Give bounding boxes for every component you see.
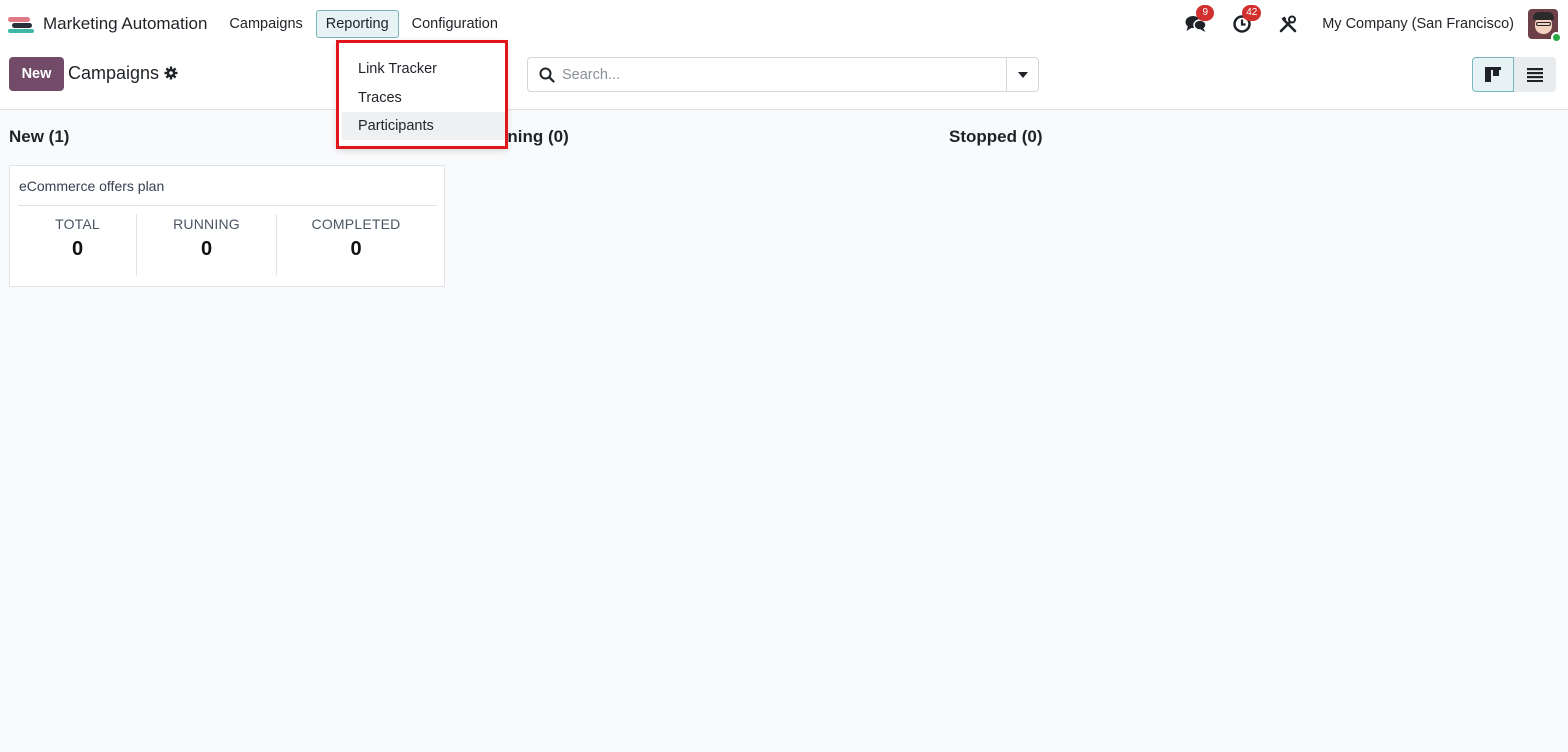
- user-menu[interactable]: [1528, 9, 1562, 43]
- stat-total[interactable]: TOTAL 0: [30, 216, 125, 261]
- search-bar: [527, 57, 1039, 92]
- kanban-card[interactable]: eCommerce offers plan TOTAL 0 RUNNING 0 …: [9, 165, 445, 287]
- stat-completed[interactable]: COMPLETED 0: [301, 216, 411, 261]
- stat-value: 0: [71, 238, 84, 260]
- menu-reporting[interactable]: Reporting: [315, 10, 399, 38]
- online-status-icon: [1551, 32, 1562, 43]
- control-panel: New Campaigns: [0, 48, 1568, 110]
- stat-divider: [276, 214, 277, 276]
- page-title: Campaigns: [68, 63, 160, 83]
- gear-icon[interactable]: [164, 66, 178, 80]
- app-brand[interactable]: Marketing Automation: [6, 14, 207, 34]
- app-logo-icon: [6, 14, 36, 34]
- new-button[interactable]: New: [9, 57, 64, 91]
- search-input[interactable]: [562, 64, 1002, 86]
- stat-label: RUNNING: [173, 216, 240, 232]
- stat-running[interactable]: RUNNING 0: [159, 216, 254, 261]
- stat-divider: [136, 214, 137, 276]
- view-switcher: [1472, 57, 1556, 92]
- search-icon: [539, 67, 555, 83]
- company-switcher[interactable]: My Company (San Francisco): [1322, 16, 1514, 32]
- systray: 9 42 My Company (San Francisco): [1184, 0, 1562, 48]
- stat-value: 0: [350, 238, 362, 260]
- tools-icon: [1279, 15, 1297, 33]
- app-name: Marketing Automation: [43, 14, 208, 33]
- caret-down-icon: [1017, 71, 1028, 78]
- messages-button[interactable]: 9: [1184, 5, 1215, 36]
- card-divider: [18, 205, 437, 206]
- menu-item-participants[interactable]: Participants: [342, 112, 505, 140]
- kanban-view-icon: [1485, 66, 1501, 82]
- menu-configuration[interactable]: Configuration: [402, 10, 508, 38]
- stat-label: COMPLETED: [311, 216, 401, 232]
- messages-badge: 9: [1196, 5, 1215, 21]
- menu-item-traces[interactable]: Traces: [342, 84, 505, 112]
- card-title: eCommerce offers plan: [19, 178, 165, 194]
- debug-tools-button[interactable]: [1276, 12, 1300, 36]
- activities-badge: 42: [1242, 5, 1262, 21]
- menu-campaigns[interactable]: Campaigns: [219, 10, 312, 38]
- search-options-toggle[interactable]: [1006, 58, 1038, 91]
- list-view-icon: [1527, 67, 1543, 82]
- activities-button[interactable]: 42: [1230, 5, 1262, 36]
- top-navbar: Marketing Automation Campaigns Reporting…: [0, 0, 1568, 48]
- reporting-dropdown-menu: Link Tracker Traces Participants: [336, 40, 508, 149]
- list-view-button[interactable]: [1514, 57, 1556, 92]
- menu-item-link-tracker[interactable]: Link Tracker: [342, 55, 505, 83]
- stat-label: TOTAL: [55, 216, 100, 232]
- main-menu: Campaigns Reporting Configuration: [219, 10, 510, 38]
- column-header-stopped: Stopped (0): [949, 127, 1043, 146]
- stat-value: 0: [200, 238, 213, 260]
- kanban-view-button[interactable]: [1472, 57, 1514, 92]
- column-header-new: New (1): [9, 127, 70, 146]
